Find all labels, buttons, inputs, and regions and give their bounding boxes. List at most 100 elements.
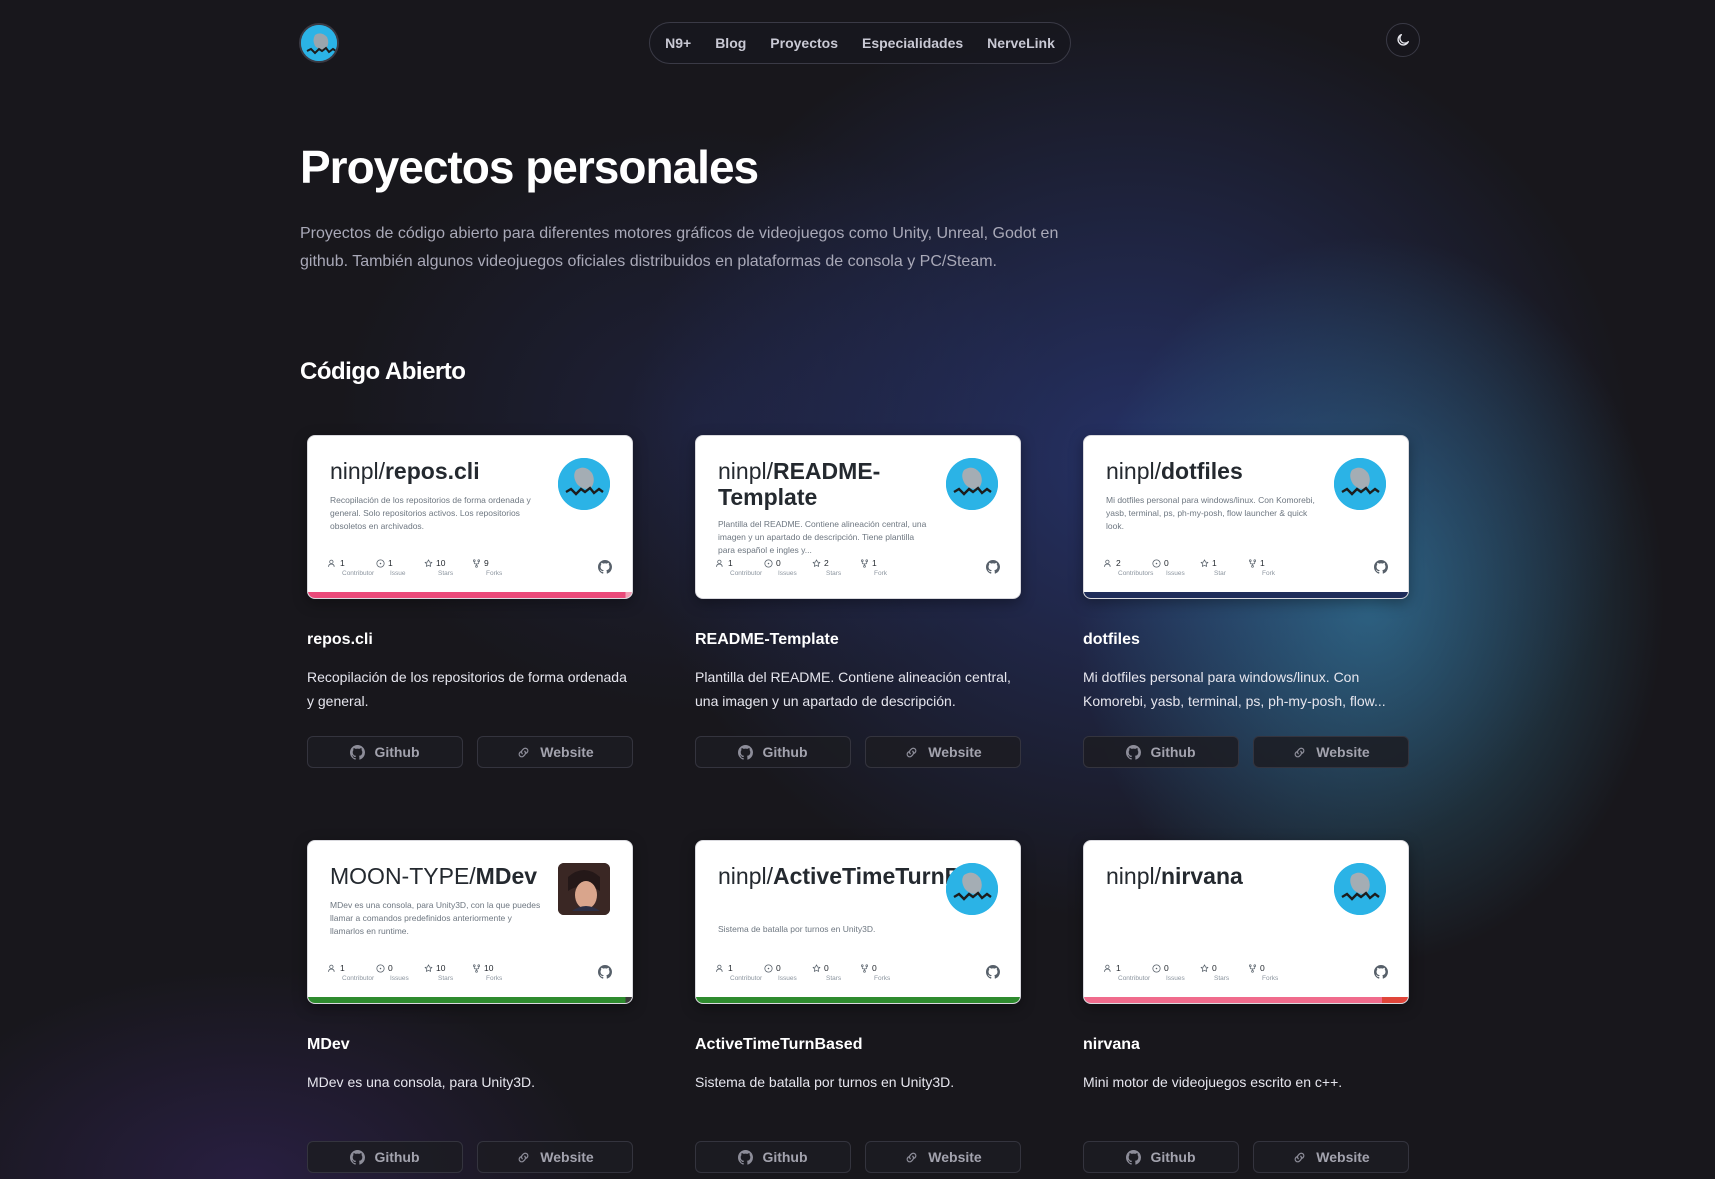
issues-icon [1152,963,1161,973]
github-button[interactable]: Github [695,1141,851,1173]
star-icon [812,963,821,972]
repo-stat-value: 1 [728,558,733,568]
website-button[interactable]: Website [477,1141,633,1173]
website-button[interactable]: Website [865,1141,1021,1173]
repo-stat: 1 Issue [376,558,424,577]
repo-full-name: MOON-TYPE/MDev [330,863,538,889]
github-icon [350,744,366,760]
repo-stat-label: Fork [1262,570,1275,577]
repo-stat-value: 0 [1212,963,1217,973]
repo-stat-value: 10 [436,558,446,568]
github-button-label: Github [1150,1149,1196,1165]
fork-icon [1248,558,1257,568]
repo-stat-label: Stars [438,570,454,577]
repo-preview-card[interactable]: MOON-TYPE/MDev MDev es una consola, para… [307,840,633,1004]
language-bar [308,997,632,1003]
link-icon [906,747,917,757]
project-title: dotfiles [1083,631,1140,648]
repo-preview-card[interactable]: ninpl/README-Template Plantilla del READ… [695,435,1021,599]
repo-stat-value: 1 [728,963,733,973]
repo-stat-label: Issues [1166,570,1185,577]
website-button[interactable]: Website [477,736,633,768]
repo-stat-label: Contributor [342,975,375,982]
repo-stat: 9 Forks [472,558,520,577]
repo-preview-card[interactable]: ninpl/ActiveTimeTurnBa... Sistema de bat… [695,840,1021,1004]
github-button[interactable]: Github [1083,736,1239,768]
repo-preview-card[interactable]: ninpl/repos.cli Recopilación de los repo… [307,435,633,599]
contributors-icon [328,559,335,567]
project-description: Mi dotfiles personal para windows/linux.… [1083,669,1386,709]
github-button[interactable]: Github [1083,1141,1239,1173]
repo-stat: 0 Issues [1152,963,1200,982]
page-title: Proyectos personales [300,141,759,193]
nav-item-especialidades[interactable]: Especialidades [862,35,963,51]
star-icon [424,963,433,972]
website-button-label: Website [540,744,594,760]
github-icon [738,744,754,760]
website-button[interactable]: Website [1253,1141,1409,1173]
repo-preview-description: Mi dotfiles personal para windows/linux.… [1106,495,1315,531]
repo-stat: 0 Stars [1200,963,1248,982]
issues-icon [1152,558,1161,568]
repo-stat: 0 Issues [764,558,812,577]
repo-stat: 2 Stars [812,558,860,577]
github-button-label: Github [762,1149,808,1165]
repo-stat: 1 Contributor [716,558,764,577]
repo-full-name: ninpl/nirvana [1106,863,1243,889]
repo-stat: 0 Forks [860,963,908,982]
repo-full-name: ninpl/repos.cli [330,458,480,484]
repo-stats: 1 Contributor 1 Issue 10 Stars 9 Forks [328,558,520,577]
link-icon [906,1152,917,1162]
nav-item-n9[interactable]: N9+ [665,35,691,51]
language-bar [1084,592,1408,598]
project-title: nirvana [1083,1036,1140,1053]
repo-avatar [558,863,610,915]
site-logo[interactable] [299,23,339,63]
repo-stat-value: 2 [1116,558,1121,568]
repo-stat: 10 Stars [424,558,472,577]
repo-preview-description: Recopilación de los repositorios de form… [330,495,531,531]
website-button[interactable]: Website [865,736,1021,768]
repo-stats: 1 Contributor 0 Issues 2 Stars 1 Fork [716,558,908,577]
repo-avatar [1334,458,1386,510]
repo-preview-card[interactable]: ninpl/nirvana 1 Contributor 0 Issues 0 Stars 0… [1083,840,1409,1004]
repo-stat: 1 Fork [1248,558,1296,577]
repo-full-name: ninpl/ActiveTimeTurnBa... [718,863,994,889]
contributors-icon [1104,964,1111,972]
github-button[interactable]: Github [695,736,851,768]
repo-preview-card[interactable]: ninpl/dotfiles Mi dotfiles personal para… [1083,435,1409,599]
repo-stats: 1 Contributor 0 Issues 10 Stars 10 Forks [328,963,520,982]
repo-stat: 10 Forks [472,963,520,982]
github-icon [986,560,1000,574]
repo-stat: 0 Forks [1248,963,1296,982]
github-icon [1126,1149,1142,1165]
repo-full-name: ninpl/README-Template [718,458,881,510]
repo-stat-value: 0 [776,558,781,568]
repo-stat-value: 1 [1260,558,1265,568]
repo-avatar [946,458,998,510]
repo-stat-value: 1 [340,558,345,568]
github-button[interactable]: Github [307,1141,463,1173]
website-button[interactable]: Website [1253,736,1409,768]
repo-stat-value: 0 [388,963,393,973]
repo-stat-label: Stars [438,975,454,982]
project-card: ninpl/ActiveTimeTurnBa... Sistema de bat… [695,840,1021,1173]
repo-stat-value: 2 [824,558,829,568]
contributors-icon [328,964,335,972]
repo-stat-label: Stars [826,570,842,577]
nav-item-blog[interactable]: Blog [715,35,746,51]
nav-item-nervelink[interactable]: NerveLink [987,35,1055,51]
repo-stat: 0 Issues [376,963,424,982]
repo-avatar [558,458,610,510]
contributors-icon [716,964,723,972]
issues-icon [376,963,385,973]
repo-stat: 1 Contributor [328,963,376,982]
repo-stat-label: Forks [1262,975,1279,982]
theme-toggle-button[interactable] [1386,23,1420,57]
github-icon [350,1149,366,1165]
nav-item-proyectos[interactable]: Proyectos [770,35,838,51]
project-description: Mini motor de videojuegos escrito en c++… [1083,1074,1343,1090]
github-button[interactable]: Github [307,736,463,768]
issues-icon [376,558,385,568]
website-button-label: Website [1316,1149,1370,1165]
